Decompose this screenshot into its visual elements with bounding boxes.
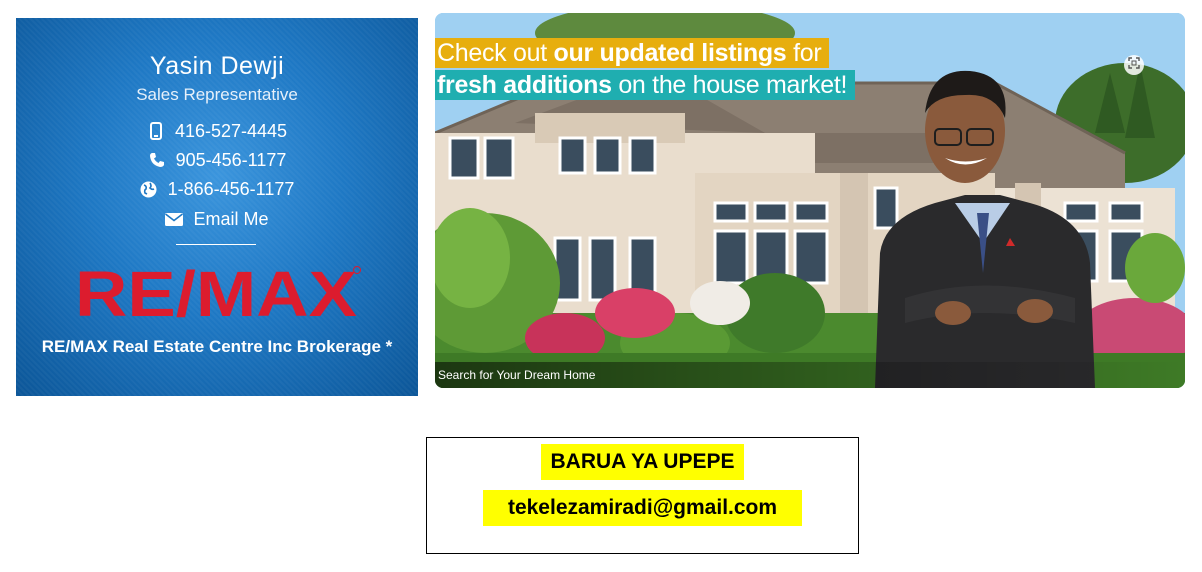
- mobile-phone-icon: [147, 122, 165, 140]
- listings-banner[interactable]: Check out our updated listings for fresh…: [435, 13, 1185, 388]
- brokerage-name: RE/MAX Real Estate Centre Inc Brokerage …: [41, 337, 393, 356]
- headline-line-2: fresh additions on the house market!: [435, 70, 856, 100]
- toll-free-phone-label: 1-866-456-1177: [167, 178, 295, 199]
- office-phone-label: 905-456-1177: [175, 149, 287, 170]
- headline-line-1-post: for: [786, 39, 822, 67]
- headline-line-2-bold: fresh additions: [437, 71, 612, 99]
- agent-name: Yasin Dewji: [149, 52, 285, 80]
- email-me-link[interactable]: Email Me: [16, 207, 418, 231]
- office-phone-link[interactable]: 905-456-1177: [16, 148, 418, 172]
- remax-logo: RE/MAX: [75, 264, 361, 324]
- mobile-phone-label: 416-527-4445: [174, 120, 288, 141]
- toll-free-phone-link[interactable]: 1-866-456-1177: [16, 177, 418, 201]
- search-caption[interactable]: Search for Your Dream Home: [435, 362, 1185, 388]
- headline-line-1-bold: our updated listings: [553, 39, 787, 67]
- mobile-phone-link[interactable]: 416-527-4445: [16, 119, 418, 143]
- svg-text:RE/MAX: RE/MAX: [75, 264, 357, 324]
- headline-line-2-post: on the house market!: [611, 71, 848, 99]
- divider: [176, 244, 256, 245]
- agent-title: Sales Representative: [136, 85, 298, 104]
- agent-contact-card: Yasin Dewji Sales Representative 416-527…: [16, 18, 418, 396]
- globe-icon: [140, 180, 158, 198]
- email-address[interactable]: tekelezamiradi@gmail.com: [483, 490, 802, 526]
- headline-line-1: Check out our updated listings for: [435, 38, 830, 68]
- headline-line-1-pre: Check out: [437, 39, 554, 67]
- expand-button[interactable]: [1124, 55, 1144, 75]
- email-box: BARUA YA UPEPE tekelezamiradi@gmail.com: [426, 437, 859, 554]
- email-box-title: BARUA YA UPEPE: [541, 444, 744, 480]
- expand-icon: [1128, 56, 1140, 74]
- envelope-icon: [165, 210, 184, 228]
- phone-icon: [148, 151, 166, 169]
- email-me-label: Email Me: [193, 208, 269, 229]
